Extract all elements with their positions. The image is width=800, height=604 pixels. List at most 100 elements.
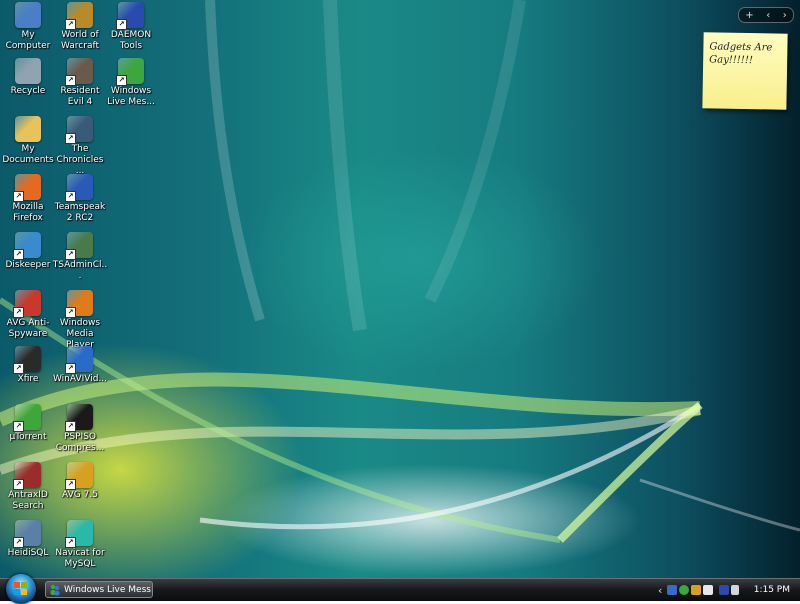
desktop-icon-label: Navicat for MySQL	[55, 548, 105, 569]
desktop-icon-label: Xfire	[17, 374, 39, 384]
desktop-icon[interactable]: ↗ Resident Evil 4	[52, 58, 108, 108]
sticky-note-text[interactable]: Gadgets Are Gay!!!!!!	[703, 32, 788, 75]
taskbar-button-windows-live-messenger[interactable]: Windows Live Mess...	[45, 581, 153, 598]
windows-live-messenger-icon: ↗	[116, 58, 144, 86]
desktop-icon-label: Teamspeak 2 RC2	[54, 202, 106, 223]
desktop-icon-label: AVG 7.5	[62, 490, 98, 500]
show-hidden-icons-chevron-icon[interactable]: ‹	[658, 584, 662, 597]
desktop[interactable]: My Computer Recycle My Documents ↗ Mozilla F…	[0, 0, 800, 578]
shortcut-arrow-icon: ↗	[65, 479, 76, 490]
desktop-icon-label: Recycle	[10, 86, 46, 96]
monitor-tray-icon[interactable]	[719, 585, 730, 595]
desktop-icon[interactable]: ↗ Navicat for MySQL	[52, 520, 108, 570]
security-tray-icon[interactable]	[691, 585, 702, 595]
shortcut-arrow-icon: ↗	[13, 191, 24, 202]
sidebar-control[interactable]: + ‹ ›	[738, 7, 794, 23]
computer-icon	[15, 2, 41, 28]
desktop-icon[interactable]: ↗ TSAdminCl...	[52, 232, 108, 282]
desktop-icon-label: The Chronicles ...	[56, 144, 104, 176]
desktop-icon-label: My Documents	[2, 144, 54, 165]
mail-tray-icon[interactable]	[703, 585, 714, 595]
desktop-icon[interactable]: ↗ Mozilla Firefox	[0, 174, 56, 224]
shortcut-arrow-icon: ↗	[13, 479, 24, 490]
next-gadget-button[interactable]: ›	[783, 10, 787, 21]
shortcut-arrow-icon: ↗	[13, 249, 24, 260]
shortcut-arrow-icon: ↗	[13, 363, 24, 374]
desktop-icon[interactable]: ↗ AntraxID Search	[0, 462, 56, 512]
windows-logo-icon	[14, 582, 27, 595]
taskbar: Windows Live Mess... ‹ 1:15 PM	[0, 574, 800, 604]
desktop-icon[interactable]: ↗ µTorrent	[0, 404, 56, 443]
heidisql-icon: ↗	[13, 520, 41, 548]
winavi-icon: ↗	[65, 346, 93, 374]
shortcut-arrow-icon: ↗	[65, 191, 76, 202]
system-clock[interactable]: 1:15 PM	[754, 579, 790, 601]
desktop-icon[interactable]: ↗ Xfire	[0, 346, 56, 385]
shortcut-arrow-icon: ↗	[65, 421, 76, 432]
messenger-tray-icon[interactable]	[679, 585, 690, 595]
resident-evil-4-icon: ↗	[65, 58, 93, 86]
shortcut-arrow-icon: ↗	[65, 249, 76, 260]
xfire-icon: ↗	[13, 346, 41, 374]
shortcut-arrow-icon: ↗	[65, 363, 76, 374]
volume-tray-icon[interactable]	[731, 585, 740, 595]
sticky-note-gadget[interactable]: Gadgets Are Gay!!!!!!	[702, 32, 788, 110]
shortcut-arrow-icon: ↗	[13, 307, 24, 318]
desktop-icon[interactable]: ↗ PSPISO Compres...	[52, 404, 108, 454]
desktop-icon-label: Diskeeper	[5, 260, 51, 270]
recycle-bin-icon	[15, 58, 41, 84]
utorrent-icon: ↗	[13, 404, 41, 432]
world-of-warcraft-icon: ↗	[65, 2, 93, 30]
desktop-icon-label: AntraxID Search	[8, 490, 48, 511]
desktop-icon-label: AVG Anti-Spyware	[6, 318, 50, 339]
desktop-icon-label: DAEMON Tools	[110, 30, 152, 51]
desktop-icon[interactable]: ↗ Teamspeak 2 RC2	[52, 174, 108, 224]
shortcut-arrow-icon: ↗	[116, 75, 127, 86]
desktop-icon[interactable]: ↗ World of Warcraft	[52, 2, 108, 52]
desktop-icon-label: Windows Live Mes...	[107, 86, 155, 107]
desktop-icon[interactable]: ↗ Windows Media Player	[52, 290, 108, 351]
shortcut-arrow-icon: ↗	[65, 75, 76, 86]
desktop-icon[interactable]: ↗ Windows Live Mes...	[103, 58, 159, 108]
tsadmin-icon: ↗	[65, 232, 93, 260]
previous-gadget-button[interactable]: ‹	[766, 10, 770, 21]
desktop-icon[interactable]: ↗ Diskeeper	[0, 232, 56, 271]
messenger-buddy-icon	[50, 584, 60, 596]
shortcut-arrow-icon: ↗	[65, 537, 76, 548]
desktop-icon[interactable]: ↗ HeidiSQL	[0, 520, 56, 559]
shortcut-arrow-icon: ↗	[13, 537, 24, 548]
navicat-icon: ↗	[65, 520, 93, 548]
desktop-icon-label: µTorrent	[9, 432, 47, 442]
add-gadget-button[interactable]: +	[745, 10, 753, 21]
desktop-icon[interactable]: ↗ DAEMON Tools	[103, 2, 159, 52]
firefox-icon: ↗	[13, 174, 41, 202]
desktop-icon-label: My Computer	[5, 30, 51, 51]
diskeeper-icon: ↗	[13, 232, 41, 260]
pspiso-icon: ↗	[65, 404, 93, 432]
chronicles-icon: ↗	[65, 116, 93, 144]
avg-antispyware-icon: ↗	[13, 290, 41, 318]
desktop-icon[interactable]: ↗ The Chronicles ...	[52, 116, 108, 177]
desktop-icon-label: WinAVIVid...	[52, 374, 108, 384]
avg-icon: ↗	[65, 462, 93, 490]
documents-folder-icon	[15, 116, 41, 142]
shortcut-arrow-icon: ↗	[116, 19, 127, 30]
antraxid-icon: ↗	[13, 462, 41, 490]
desktop-icon-label: Mozilla Firefox	[12, 202, 44, 223]
desktop-icon-label: HeidiSQL	[7, 548, 49, 558]
desktop-icon-label: TSAdminCl...	[52, 260, 108, 281]
desktop-icon-label: PSPISO Compres...	[55, 432, 105, 453]
desktop-icon[interactable]: ↗ AVG 7.5	[52, 462, 108, 501]
teamspeak-icon: ↗	[65, 174, 93, 202]
desktop-icon-label: World of Warcraft	[60, 30, 100, 51]
desktop-icon[interactable]: My Documents	[0, 116, 56, 166]
desktop-icon[interactable]: Recycle	[0, 58, 56, 97]
windows-media-player-icon: ↗	[65, 290, 93, 318]
desktop-icon[interactable]: My Computer	[0, 2, 56, 52]
network-tray-icon[interactable]	[667, 585, 678, 595]
daemon-tools-icon: ↗	[116, 2, 144, 30]
shortcut-arrow-icon: ↗	[65, 307, 76, 318]
desktop-icon-label: Resident Evil 4	[60, 86, 100, 107]
desktop-icon[interactable]: ↗ WinAVIVid...	[52, 346, 108, 385]
desktop-icon[interactable]: ↗ AVG Anti-Spyware	[0, 290, 56, 340]
